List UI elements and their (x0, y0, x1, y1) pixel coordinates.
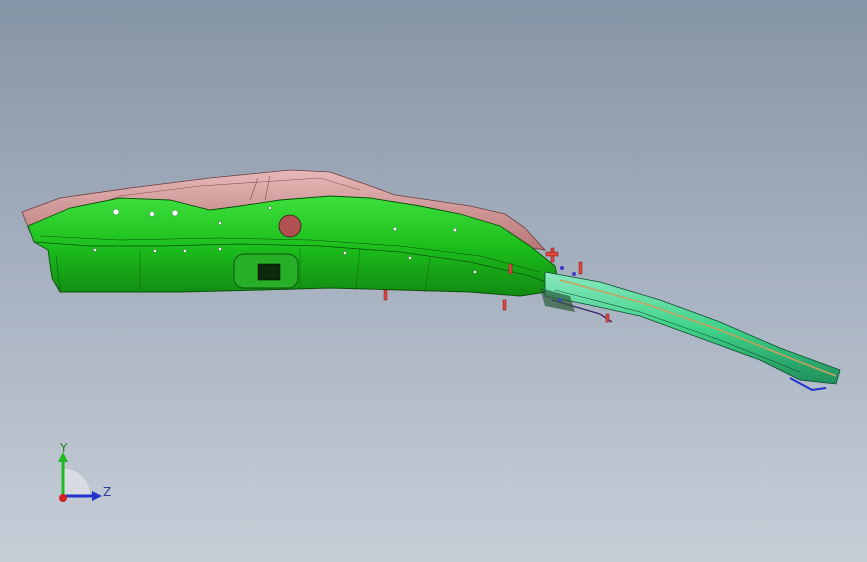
graphics-viewport[interactable]: Y Z (0, 0, 867, 562)
triad-z-label: Z (103, 485, 112, 499)
triad-quadrant (62, 467, 92, 497)
triad-origin (59, 494, 67, 502)
triad-y-label: Y (60, 441, 68, 455)
coordinate-triad: Y Z (40, 440, 120, 510)
cad-model[interactable] (0, 0, 867, 562)
body-hole (278, 214, 302, 238)
